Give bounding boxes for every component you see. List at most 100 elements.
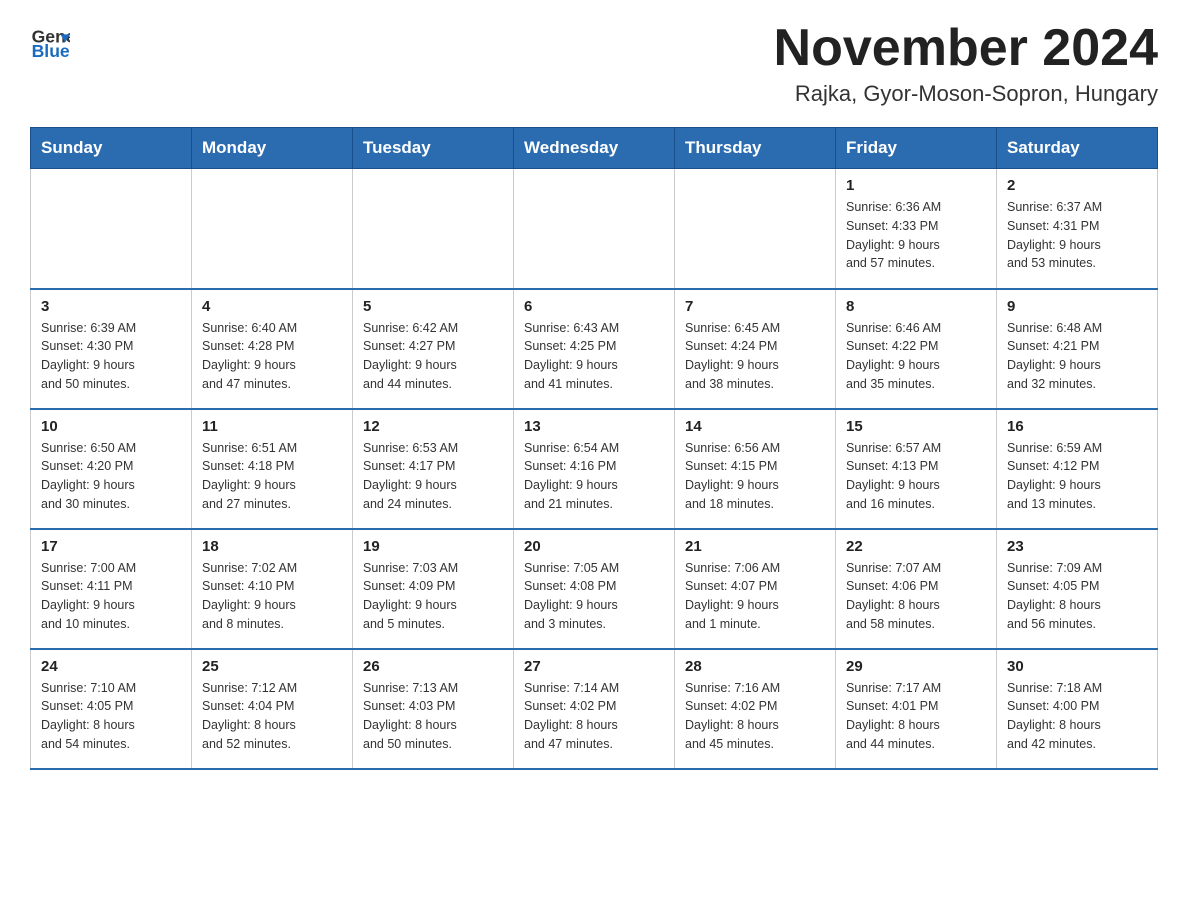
day-cell: 12Sunrise: 6:53 AM Sunset: 4:17 PM Dayli… <box>353 409 514 529</box>
day-cell: 18 Sunrise: 7:02 AM Sunset: 4:10 PM Dayli… <box>192 529 353 649</box>
day-info: Sunrise: 6:46 AM Sunset: 4:22 PM Dayligh… <box>846 319 986 394</box>
calendar-table: SundayMondayTuesdayWednesdayThursdayFrid… <box>30 127 1158 770</box>
day-cell: 27Sunrise: 7:14 AM Sunset: 4:02 PM Dayli… <box>514 649 675 769</box>
day-number: 20 <box>524 538 664 555</box>
day-number: 29 <box>846 658 986 675</box>
day-info: Sunrise: 7:17 AM Sunset: 4:01 PM Dayligh… <box>846 679 986 754</box>
day-cell: 30 Sunrise: 7:18 AM Sunset: 4:00 PM Dayli… <box>997 649 1158 769</box>
title-area: November 2024 Rajka, Gyor-Moson-Sopron, … <box>774 20 1158 107</box>
day-number: 13 <box>524 418 664 435</box>
day-cell <box>514 169 675 289</box>
day-info: Sunrise: 7:13 AM Sunset: 4:03 PM Dayligh… <box>363 679 503 754</box>
week-row-4: 17Sunrise: 7:00 AM Sunset: 4:11 PM Dayli… <box>31 529 1158 649</box>
day-number: 4 <box>202 298 342 315</box>
day-info: Sunrise: 7:06 AM Sunset: 4:07 PM Dayligh… <box>685 559 825 634</box>
day-info: Sunrise: 7:03 AM Sunset: 4:09 PM Dayligh… <box>363 559 503 634</box>
day-info: Sunrise: 6:39 AM Sunset: 4:30 PM Dayligh… <box>41 319 181 394</box>
day-info: Sunrise: 6:50 AM Sunset: 4:20 PM Dayligh… <box>41 439 181 514</box>
day-cell: 24 Sunrise: 7:10 AM Sunset: 4:05 PM Dayli… <box>31 649 192 769</box>
week-row-3: 10 Sunrise: 6:50 AM Sunset: 4:20 PM Dayli… <box>31 409 1158 529</box>
day-cell: 9Sunrise: 6:48 AM Sunset: 4:21 PM Daylig… <box>997 289 1158 409</box>
day-number: 24 <box>41 658 181 675</box>
day-cell <box>675 169 836 289</box>
day-cell: 14 Sunrise: 6:56 AM Sunset: 4:15 PM Dayli… <box>675 409 836 529</box>
day-cell <box>353 169 514 289</box>
day-number: 25 <box>202 658 342 675</box>
logo: General Blue <box>30 20 74 60</box>
day-cell: 21 Sunrise: 7:06 AM Sunset: 4:07 PM Dayli… <box>675 529 836 649</box>
day-cell: 26 Sunrise: 7:13 AM Sunset: 4:03 PM Dayli… <box>353 649 514 769</box>
day-number: 10 <box>41 418 181 435</box>
day-cell <box>192 169 353 289</box>
day-number: 23 <box>1007 538 1147 555</box>
day-cell: 10 Sunrise: 6:50 AM Sunset: 4:20 PM Dayli… <box>31 409 192 529</box>
day-info: Sunrise: 6:45 AM Sunset: 4:24 PM Dayligh… <box>685 319 825 394</box>
day-cell: 2 Sunrise: 6:37 AM Sunset: 4:31 PM Daylig… <box>997 169 1158 289</box>
day-cell: 25 Sunrise: 7:12 AM Sunset: 4:04 PM Dayli… <box>192 649 353 769</box>
day-number: 5 <box>363 298 503 315</box>
day-info: Sunrise: 7:05 AM Sunset: 4:08 PM Dayligh… <box>524 559 664 634</box>
day-cell: 19Sunrise: 7:03 AM Sunset: 4:09 PM Dayli… <box>353 529 514 649</box>
header-sunday: Sunday <box>31 128 192 169</box>
day-cell: 15 Sunrise: 6:57 AM Sunset: 4:13 PM Dayli… <box>836 409 997 529</box>
day-number: 28 <box>685 658 825 675</box>
day-cell: 6 Sunrise: 6:43 AM Sunset: 4:25 PM Daylig… <box>514 289 675 409</box>
week-row-5: 24 Sunrise: 7:10 AM Sunset: 4:05 PM Dayli… <box>31 649 1158 769</box>
day-info: Sunrise: 7:12 AM Sunset: 4:04 PM Dayligh… <box>202 679 342 754</box>
header-monday: Monday <box>192 128 353 169</box>
day-number: 22 <box>846 538 986 555</box>
header-saturday: Saturday <box>997 128 1158 169</box>
day-info: Sunrise: 6:57 AM Sunset: 4:13 PM Dayligh… <box>846 439 986 514</box>
day-cell: 3 Sunrise: 6:39 AM Sunset: 4:30 PM Daylig… <box>31 289 192 409</box>
day-number: 6 <box>524 298 664 315</box>
day-number: 7 <box>685 298 825 315</box>
day-info: Sunrise: 6:43 AM Sunset: 4:25 PM Dayligh… <box>524 319 664 394</box>
logo-icon: General Blue <box>30 20 70 60</box>
day-cell: 29 Sunrise: 7:17 AM Sunset: 4:01 PM Dayli… <box>836 649 997 769</box>
day-number: 30 <box>1007 658 1147 675</box>
week-row-2: 3 Sunrise: 6:39 AM Sunset: 4:30 PM Daylig… <box>31 289 1158 409</box>
day-cell: 23 Sunrise: 7:09 AM Sunset: 4:05 PM Dayli… <box>997 529 1158 649</box>
location: Rajka, Gyor-Moson-Sopron, Hungary <box>774 81 1158 107</box>
page-header: General Blue November 2024 Rajka, Gyor-M… <box>30 20 1158 107</box>
day-number: 9 <box>1007 298 1147 315</box>
day-number: 3 <box>41 298 181 315</box>
header-thursday: Thursday <box>675 128 836 169</box>
day-number: 18 <box>202 538 342 555</box>
day-info: Sunrise: 6:59 AM Sunset: 4:12 PM Dayligh… <box>1007 439 1147 514</box>
day-info: Sunrise: 6:54 AM Sunset: 4:16 PM Dayligh… <box>524 439 664 514</box>
day-info: Sunrise: 6:36 AM Sunset: 4:33 PM Dayligh… <box>846 198 986 273</box>
week-row-1: 1Sunrise: 6:36 AM Sunset: 4:33 PM Daylig… <box>31 169 1158 289</box>
day-cell: 28Sunrise: 7:16 AM Sunset: 4:02 PM Dayli… <box>675 649 836 769</box>
day-info: Sunrise: 6:51 AM Sunset: 4:18 PM Dayligh… <box>202 439 342 514</box>
day-info: Sunrise: 6:56 AM Sunset: 4:15 PM Dayligh… <box>685 439 825 514</box>
day-number: 14 <box>685 418 825 435</box>
day-cell: 20 Sunrise: 7:05 AM Sunset: 4:08 PM Dayli… <box>514 529 675 649</box>
day-number: 2 <box>1007 177 1147 194</box>
day-number: 27 <box>524 658 664 675</box>
day-number: 8 <box>846 298 986 315</box>
day-info: Sunrise: 6:37 AM Sunset: 4:31 PM Dayligh… <box>1007 198 1147 273</box>
month-title: November 2024 <box>774 20 1158 77</box>
day-info: Sunrise: 7:02 AM Sunset: 4:10 PM Dayligh… <box>202 559 342 634</box>
svg-text:Blue: Blue <box>32 41 70 60</box>
day-cell: 22Sunrise: 7:07 AM Sunset: 4:06 PM Dayli… <box>836 529 997 649</box>
day-cell: 7 Sunrise: 6:45 AM Sunset: 4:24 PM Daylig… <box>675 289 836 409</box>
day-cell: 5Sunrise: 6:42 AM Sunset: 4:27 PM Daylig… <box>353 289 514 409</box>
day-info: Sunrise: 6:40 AM Sunset: 4:28 PM Dayligh… <box>202 319 342 394</box>
calendar-header-row: SundayMondayTuesdayWednesdayThursdayFrid… <box>31 128 1158 169</box>
day-number: 15 <box>846 418 986 435</box>
day-cell: 17Sunrise: 7:00 AM Sunset: 4:11 PM Dayli… <box>31 529 192 649</box>
day-cell <box>31 169 192 289</box>
day-info: Sunrise: 7:10 AM Sunset: 4:05 PM Dayligh… <box>41 679 181 754</box>
header-friday: Friday <box>836 128 997 169</box>
day-cell: 13 Sunrise: 6:54 AM Sunset: 4:16 PM Dayli… <box>514 409 675 529</box>
day-number: 16 <box>1007 418 1147 435</box>
day-info: Sunrise: 6:53 AM Sunset: 4:17 PM Dayligh… <box>363 439 503 514</box>
day-info: Sunrise: 7:09 AM Sunset: 4:05 PM Dayligh… <box>1007 559 1147 634</box>
day-info: Sunrise: 7:00 AM Sunset: 4:11 PM Dayligh… <box>41 559 181 634</box>
day-number: 26 <box>363 658 503 675</box>
day-number: 21 <box>685 538 825 555</box>
day-cell: 1Sunrise: 6:36 AM Sunset: 4:33 PM Daylig… <box>836 169 997 289</box>
day-info: Sunrise: 7:18 AM Sunset: 4:00 PM Dayligh… <box>1007 679 1147 754</box>
